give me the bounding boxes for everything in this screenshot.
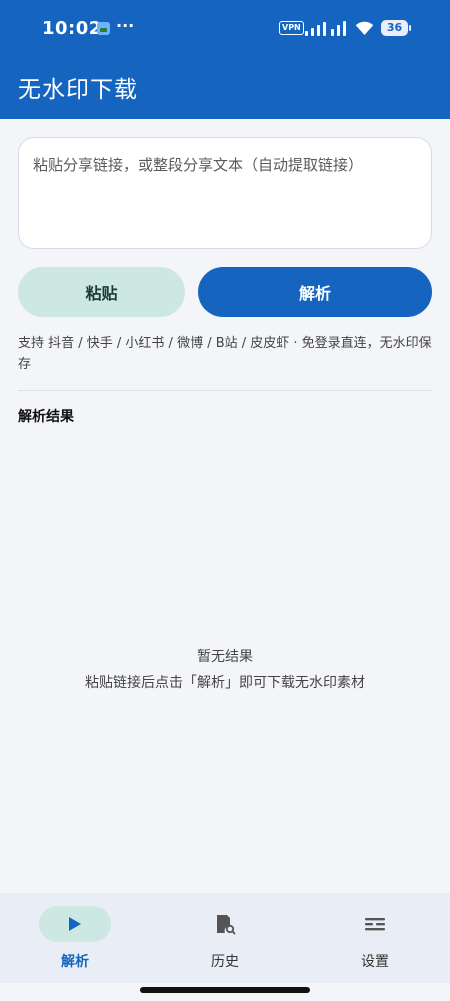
- parse-button[interactable]: 解析: [198, 267, 432, 317]
- results-heading: 解析结果: [18, 409, 74, 425]
- wifi-icon: [355, 21, 374, 35]
- status-time: 10:02: [42, 18, 102, 39]
- nav-label-history: 历史: [211, 954, 239, 970]
- app-bar: 无水印下载: [0, 58, 450, 119]
- nav-label-parse: 解析: [61, 954, 89, 970]
- divider: [18, 390, 432, 391]
- more-notifications-icon: ···: [116, 16, 135, 35]
- page-title: 无水印下载: [18, 77, 138, 103]
- home-indicator[interactable]: [140, 987, 310, 993]
- bottom-navigation: 解析 历史 设置: [0, 893, 450, 983]
- empty-state-title: 暂无结果: [197, 649, 253, 665]
- signal-icon: [305, 20, 349, 36]
- settings-icon: [365, 918, 385, 931]
- link-input[interactable]: [18, 137, 432, 249]
- nav-item-parse[interactable]: 解析: [0, 893, 150, 983]
- play-icon: [69, 917, 81, 931]
- status-bar: 10:02 ··· VPN 36: [0, 0, 450, 58]
- battery-icon: 36: [381, 20, 411, 36]
- history-icon: [217, 915, 236, 935]
- nav-item-settings[interactable]: 设置: [300, 893, 450, 983]
- app-notification-icon: [97, 22, 110, 35]
- nav-label-settings: 设置: [361, 954, 389, 970]
- vpn-icon: VPN: [279, 21, 304, 35]
- empty-state-hint: 粘贴链接后点击「解析」即可下载无水印素材: [85, 675, 365, 691]
- paste-button[interactable]: 粘贴: [18, 267, 185, 317]
- nav-item-history[interactable]: 历史: [150, 893, 300, 983]
- supported-platforms-text: 支持 抖音 / 快手 / 小红书 / 微博 / B站 / 皮皮虾 · 免登录直连…: [18, 336, 432, 372]
